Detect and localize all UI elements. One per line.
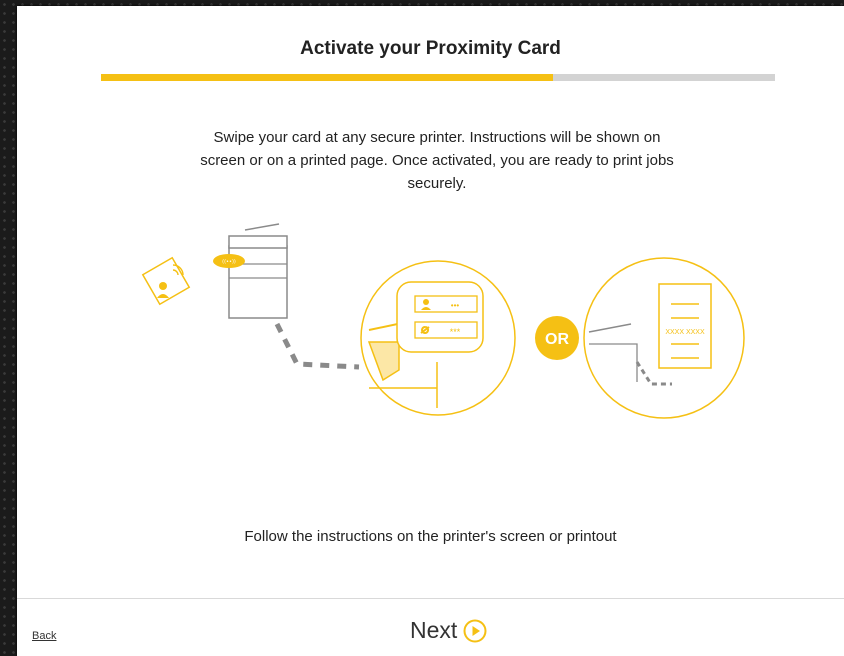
dashed-connector xyxy=(274,322,360,370)
printout-circle: XXXX XXXX xyxy=(583,257,745,419)
printer-icon: ((••)) xyxy=(213,223,288,319)
next-button[interactable]: Next xyxy=(410,617,487,644)
progress-bar-fill xyxy=(101,74,553,81)
svg-text:((••)): ((••)) xyxy=(222,259,236,265)
password-placeholder: *** xyxy=(450,327,461,337)
footer-divider xyxy=(17,598,844,599)
login-placeholder: ••• xyxy=(451,301,460,310)
or-label: OR xyxy=(545,331,569,348)
instructions-text: Swipe your card at any secure printer. I… xyxy=(200,129,674,192)
card-activation-illustration: ((••)) ••• *** OR XXXX XXXX xyxy=(141,223,745,419)
id-card-icon xyxy=(141,256,191,306)
page-title: Activate your Proximity Card xyxy=(300,38,561,59)
printer-screen-circle: ••• *** xyxy=(360,260,516,416)
or-badge: OR xyxy=(535,316,579,360)
back-link[interactable]: Back xyxy=(32,630,56,642)
wizard-panel: Activate your Proximity Card Swipe your … xyxy=(17,6,844,656)
progress-bar xyxy=(101,74,775,81)
footnote-text: Follow the instructions on the printer's… xyxy=(244,528,617,545)
printout-code: XXXX XXXX xyxy=(665,329,705,336)
play-circle-icon xyxy=(463,619,487,642)
next-button-label: Next xyxy=(410,617,458,643)
